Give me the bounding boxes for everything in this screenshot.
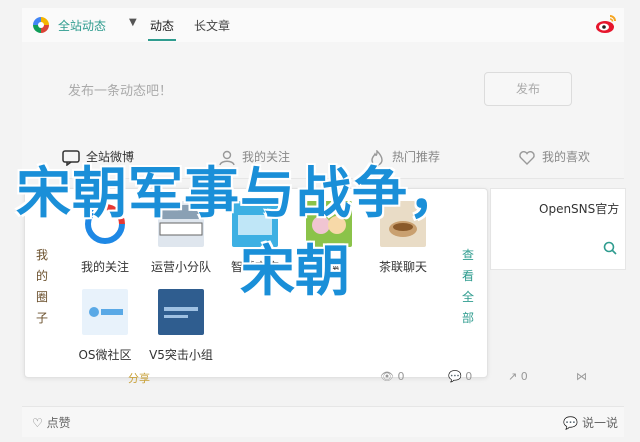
tab-feed[interactable]: 动态 — [150, 17, 174, 34]
comment-bar: ♡ 点赞 💬 说一说 — [22, 406, 624, 437]
os-community-thumb-icon — [82, 289, 128, 335]
top-bar: 全站动态 ▼ 动态 长文章 — [22, 8, 624, 43]
tile-label: OS微社区 — [78, 348, 132, 362]
active-tab-indicator — [148, 39, 176, 41]
feed-actions: 分享 👁 0 💬 0 ↗ 0 ⋈ — [110, 370, 610, 388]
comment-button[interactable]: 💬 说一说 — [563, 414, 618, 431]
view-count[interactable]: 👁 0 — [380, 370, 404, 383]
weibo-icon[interactable] — [594, 13, 618, 35]
my-circles-label: 我的圈子 — [35, 248, 48, 325]
tile-label: V5突击小组 — [149, 348, 213, 362]
overlay-subtitle: 宋朝 — [240, 239, 351, 303]
publish-button[interactable]: 发布 — [484, 72, 572, 106]
heart-icon — [519, 150, 535, 165]
circle-tile-v5-squad[interactable]: V5突击小组 — [137, 289, 225, 363]
repost-count[interactable]: ↗ 0 — [508, 370, 528, 383]
tile-label: 茶联聊天 — [378, 260, 427, 274]
repost-count-value: 0 — [520, 370, 528, 383]
scope-dropdown[interactable]: 全站动态 — [58, 17, 106, 34]
official-account-card: OpenSNS官方 — [490, 188, 626, 270]
share-action[interactable]: 分享 — [128, 370, 150, 386]
comment-count[interactable]: 💬 0 — [448, 370, 472, 383]
filter-label: 我的喜欢 — [542, 150, 591, 164]
v5-squad-thumb-icon — [158, 289, 204, 335]
tile-label: 我的关注 — [80, 260, 129, 274]
like-button[interactable]: ♡ 点赞 — [32, 414, 71, 431]
app-logo-icon — [33, 17, 49, 33]
chevron-down-icon[interactable]: ▼ — [129, 17, 137, 28]
view-all-link[interactable]: 查看全部 — [461, 245, 475, 329]
comment-count-value: 0 — [465, 370, 473, 383]
search-icon[interactable] — [603, 241, 617, 255]
share-icon[interactable]: ⋈ — [576, 370, 587, 383]
overlay-title: 宋朝军事与战争， — [16, 161, 465, 225]
composer: 发布一条动态吧！ 发布 — [22, 42, 624, 133]
tab-articles[interactable]: 长文章 — [194, 17, 230, 34]
comment-label: 说一说 — [581, 416, 618, 430]
circle-tile-os-community[interactable]: OS微社区 — [61, 289, 149, 363]
official-account-title[interactable]: OpenSNS官方 — [539, 200, 619, 217]
view-count-value: 0 — [397, 370, 405, 383]
composer-input[interactable]: 发布一条动态吧！ — [68, 80, 172, 99]
filter-likes[interactable]: 我的喜欢 — [518, 148, 590, 166]
like-label: 点赞 — [46, 416, 71, 430]
